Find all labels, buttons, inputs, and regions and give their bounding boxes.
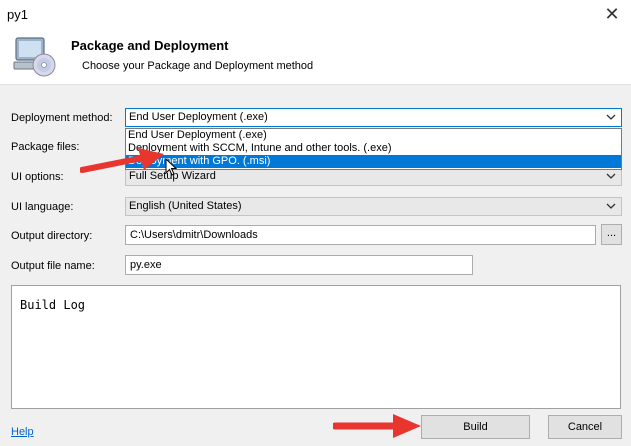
deployment-method-select[interactable]: End User Deployment (.exe) bbox=[125, 108, 622, 127]
output-file-name-input[interactable]: py.exe bbox=[125, 255, 473, 275]
ui-options-label: UI options: bbox=[11, 171, 64, 183]
computer-cd-icon bbox=[13, 37, 56, 77]
header-title: Package and Deployment bbox=[71, 38, 229, 53]
browse-button[interactable]: ... bbox=[601, 224, 622, 245]
header-subtitle: Choose your Package and Deployment metho… bbox=[82, 60, 314, 72]
chevron-down-icon bbox=[606, 203, 616, 209]
annotation-arrow-icon bbox=[333, 414, 421, 438]
package-files-label: Package files: bbox=[11, 141, 80, 153]
dropdown-option[interactable]: End User Deployment (.exe) bbox=[126, 129, 621, 142]
output-directory-input[interactable]: C:\Users\dmitr\Downloads bbox=[125, 225, 596, 245]
mouse-cursor-icon bbox=[165, 158, 177, 176]
chevron-down-icon bbox=[606, 173, 616, 179]
output-file-name-value: py.exe bbox=[130, 259, 162, 271]
deployment-method-value: End User Deployment (.exe) bbox=[129, 111, 268, 123]
title-bar: py1 ✕ bbox=[0, 0, 631, 30]
window-title: py1 bbox=[7, 7, 28, 22]
dropdown-option-selected[interactable]: Deployment with GPO. (.msi) bbox=[126, 155, 621, 168]
help-link[interactable]: Help bbox=[11, 426, 34, 438]
close-icon[interactable]: ✕ bbox=[599, 2, 625, 26]
build-log-text: Build Log bbox=[20, 298, 86, 312]
wizard-header: Package and Deployment Choose your Packa… bbox=[0, 30, 631, 85]
output-directory-value: C:\Users\dmitr\Downloads bbox=[130, 229, 258, 241]
deployment-method-dropdown: End User Deployment (.exe) Deployment wi… bbox=[125, 128, 622, 170]
ui-language-value: English (United States) bbox=[129, 200, 242, 212]
dropdown-option[interactable]: Deployment with SCCM, Intune and other t… bbox=[126, 142, 621, 155]
output-file-name-label: Output file name: bbox=[11, 260, 95, 272]
chevron-down-icon bbox=[606, 114, 616, 120]
build-button[interactable]: Build bbox=[421, 415, 530, 439]
cancel-button[interactable]: Cancel bbox=[548, 415, 622, 439]
ui-language-select[interactable]: English (United States) bbox=[125, 197, 622, 216]
deployment-method-label: Deployment method: bbox=[11, 112, 113, 124]
output-directory-label: Output directory: bbox=[11, 230, 93, 242]
annotation-arrow-icon bbox=[80, 148, 164, 173]
ui-language-label: UI language: bbox=[11, 201, 74, 213]
build-log-area[interactable]: Build Log bbox=[11, 285, 621, 409]
